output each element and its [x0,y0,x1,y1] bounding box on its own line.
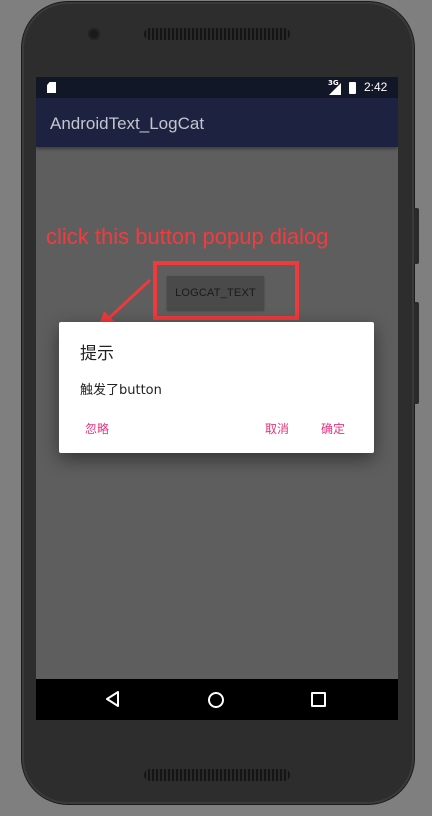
home-icon[interactable] [208,692,224,708]
navigation-bar [36,679,398,720]
sd-card-icon [47,82,56,93]
recents-icon[interactable] [311,692,326,707]
app-bar: AndroidText_LogCat [36,98,398,147]
device-screen: 3G 2:42 AndroidText_LogCat click this bu… [36,77,398,720]
battery-icon [349,82,356,94]
dialog-message: 触发了button [80,383,162,398]
front-camera [88,28,100,40]
signal-icon [329,83,341,95]
power-button[interactable] [414,208,419,264]
logcat-text-button[interactable]: LOGCAT_TEXT [167,276,264,310]
dialog-ok-button[interactable]: 确定 [321,420,345,437]
volume-button[interactable] [414,302,419,404]
dialog-cancel-button[interactable]: 取消 [265,420,289,437]
app-title: AndroidText_LogCat [50,114,205,133]
dialog-ignore-button[interactable]: 忽略 [85,420,109,437]
clock: 2:42 [364,80,388,94]
top-speaker-grille [144,28,290,40]
bottom-speaker-grille [144,769,290,781]
annotation-text: click this button popup dialog [46,224,329,249]
dialog-title: 提示 [80,344,114,364]
status-bar: 3G 2:42 [36,77,398,98]
back-icon[interactable] [106,691,120,707]
alert-dialog: 提示 触发了button 忽略 取消 确定 [59,322,374,453]
